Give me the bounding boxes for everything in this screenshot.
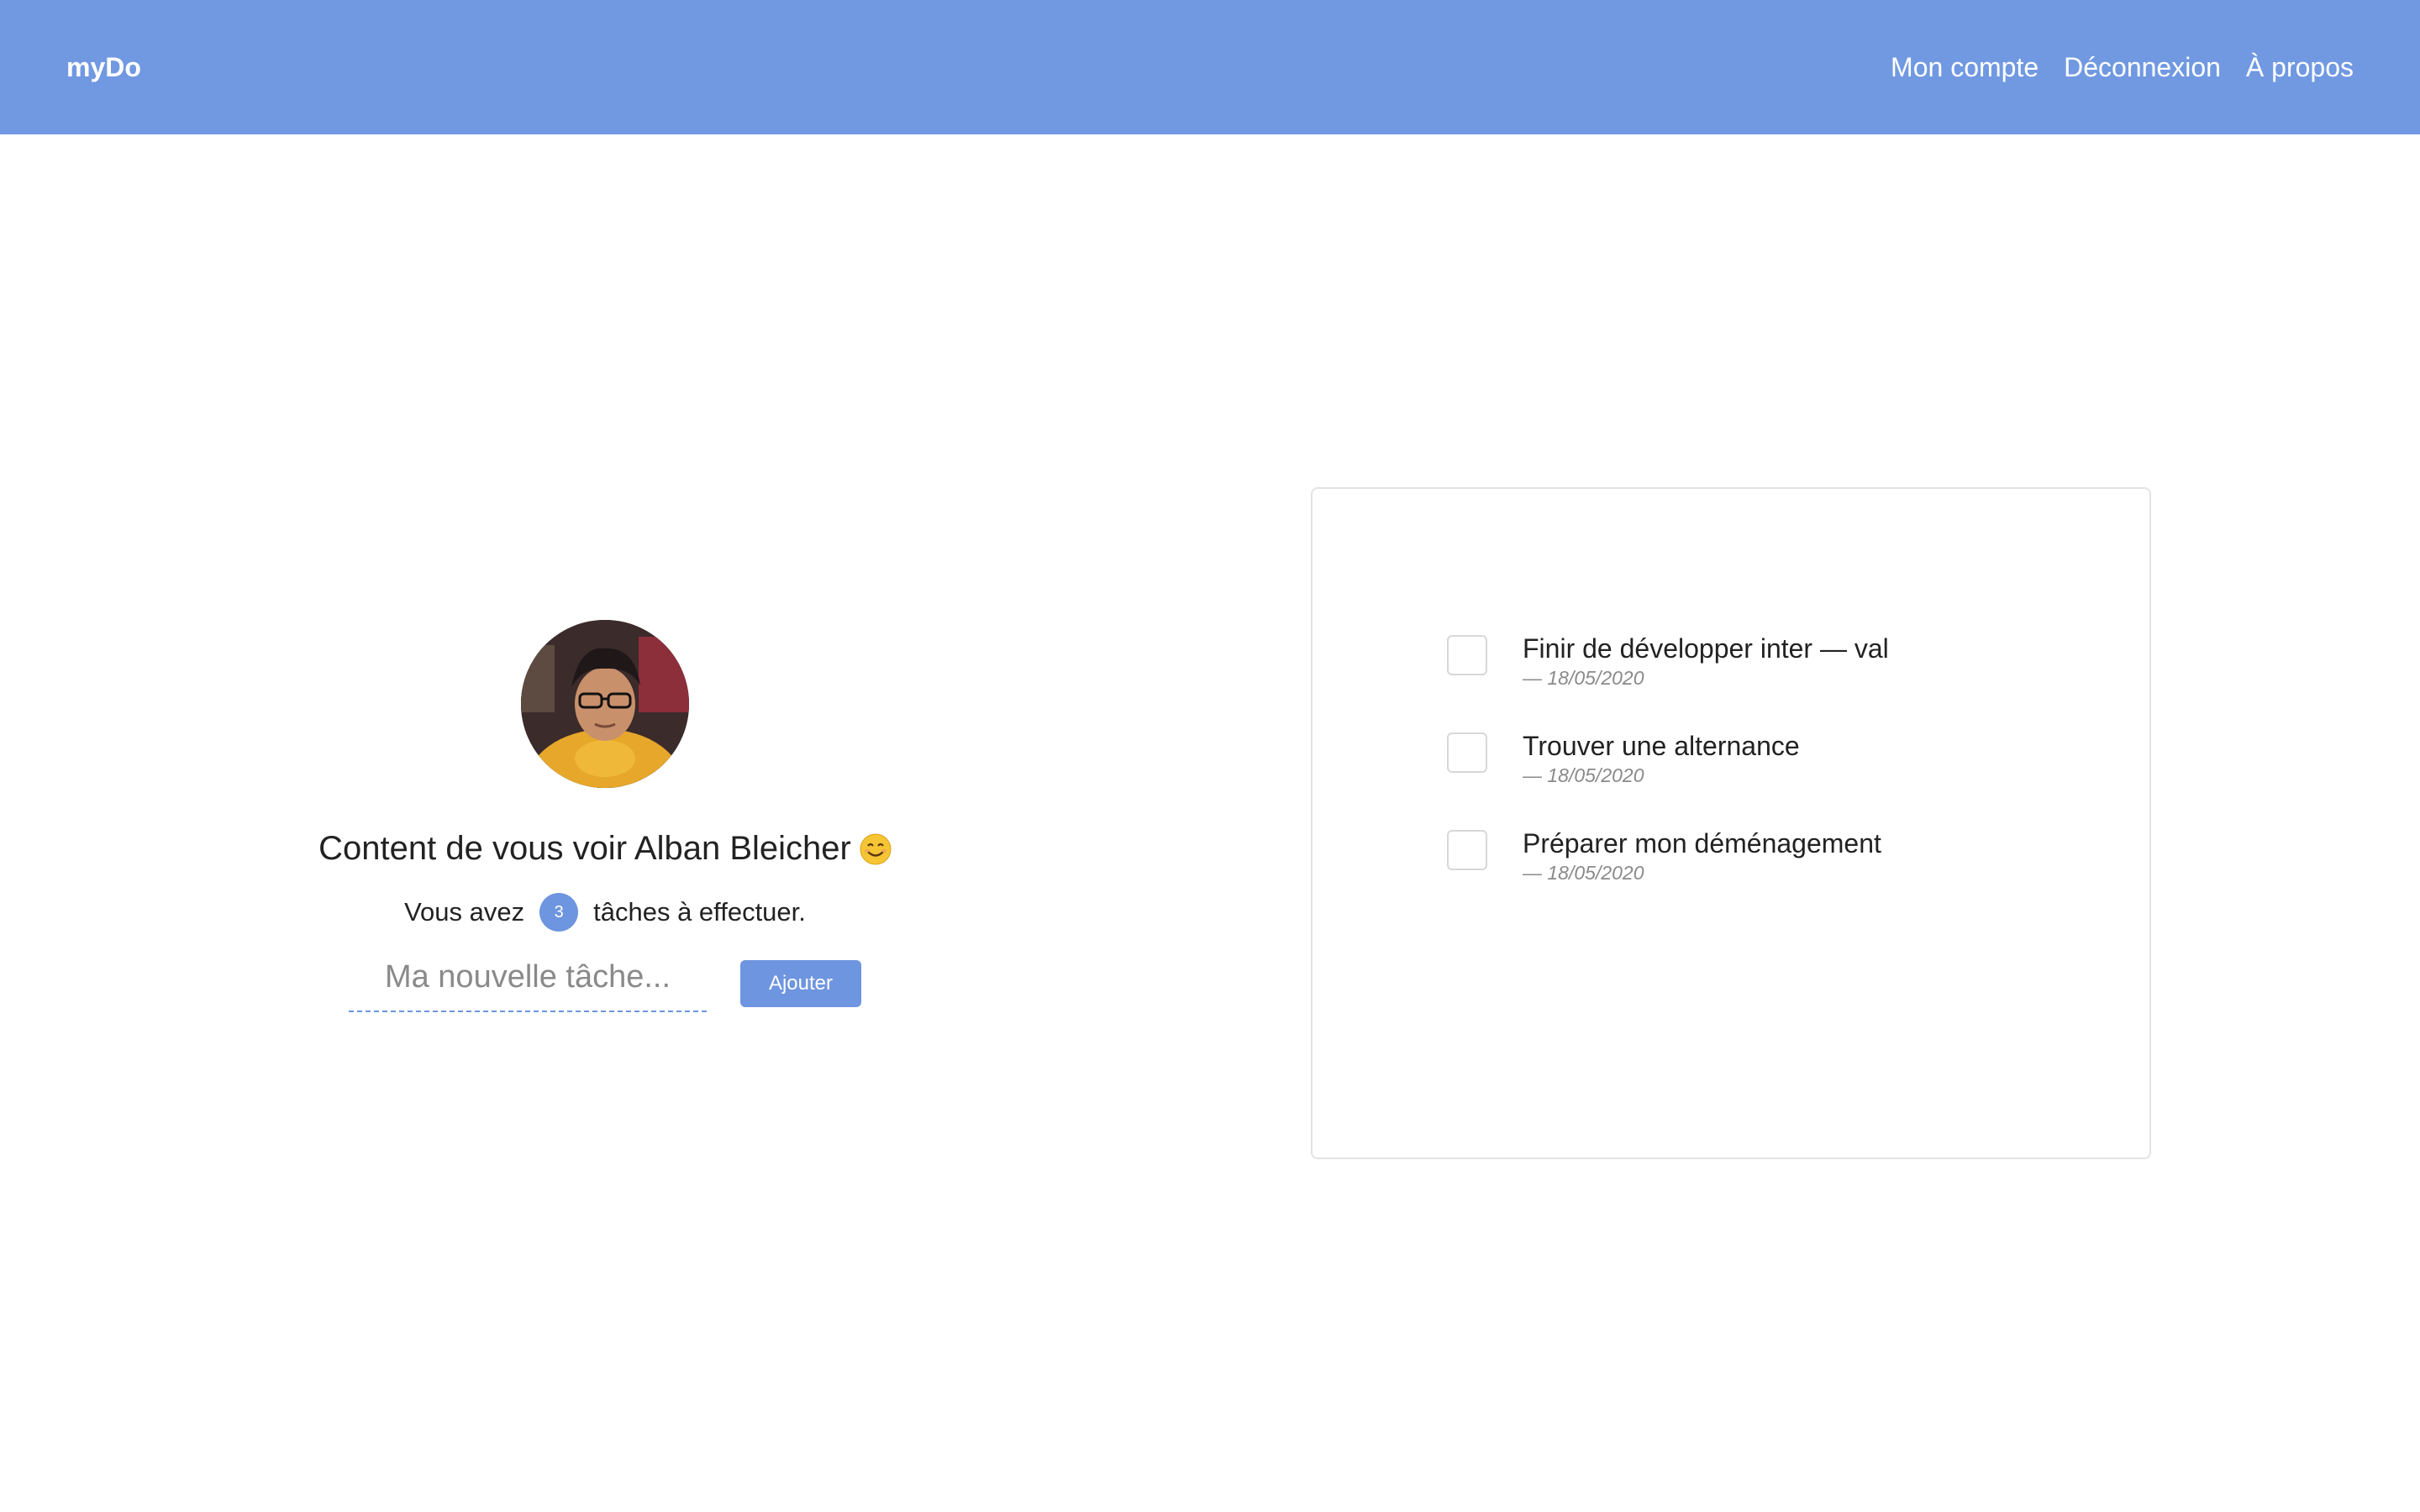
todo-checkbox[interactable] [1447,635,1487,675]
todo-date: — 18/05/2020 [1523,862,1644,884]
todo-title: Finir de développer inter — val [1523,633,1889,664]
todo-title: Trouver une alternance [1523,731,1800,761]
task-count-line: Vous avez 3 tâches à effectuer. [404,893,806,932]
todo-date: — 18/05/2020 [1523,764,1644,786]
welcome-panel: Content de vous voir Alban Bleicher Vous… [269,620,941,1012]
todo-list: Finir de développer inter — val — 18/05/… [1447,632,1889,924]
brand-logo[interactable]: myDo [66,52,141,83]
todo-item: Préparer mon déménagement — 18/05/2020 [1447,827,1889,924]
nav-link-about[interactable]: À propos [2246,52,2354,83]
todo-text: Finir de développer inter — val — 18/05/… [1523,632,1889,690]
todo-date: — 18/05/2020 [1523,667,1644,689]
smiling-face-icon [860,833,892,865]
todo-text: Préparer mon déménagement — 18/05/2020 [1523,827,1881,885]
nav-link-logout[interactable]: Déconnexion [2064,52,2221,83]
new-task-input[interactable] [349,953,707,1012]
add-task-form: Ajouter [349,953,861,1012]
todo-item: Finir de développer inter — val — 18/05/… [1447,632,1889,729]
todo-text: Trouver une alternance — 18/05/2020 [1523,729,1800,788]
welcome-title: Content de vous voir Alban Bleicher [318,830,892,868]
tasks-suffix: tâches à effectuer. [593,897,806,927]
tasks-prefix: Vous avez [404,897,525,927]
task-count-badge: 3 [539,893,579,932]
add-task-button[interactable]: Ajouter [740,960,861,1007]
todo-card: Finir de développer inter — val — 18/05/… [1311,487,2151,1159]
todo-checkbox[interactable] [1447,830,1487,870]
nav-link-account[interactable]: Mon compte [1891,52,2039,83]
greeting-text: Content de vous voir Alban Bleicher [318,830,851,867]
navbar: myDo Mon compte Déconnexion À propos [0,0,2420,134]
todo-title: Préparer mon déménagement [1523,828,1881,858]
todo-checkbox[interactable] [1447,732,1487,773]
nav-links: Mon compte Déconnexion À propos [1891,52,2354,83]
todo-item: Trouver une alternance — 18/05/2020 [1447,729,1889,827]
avatar [521,620,689,788]
